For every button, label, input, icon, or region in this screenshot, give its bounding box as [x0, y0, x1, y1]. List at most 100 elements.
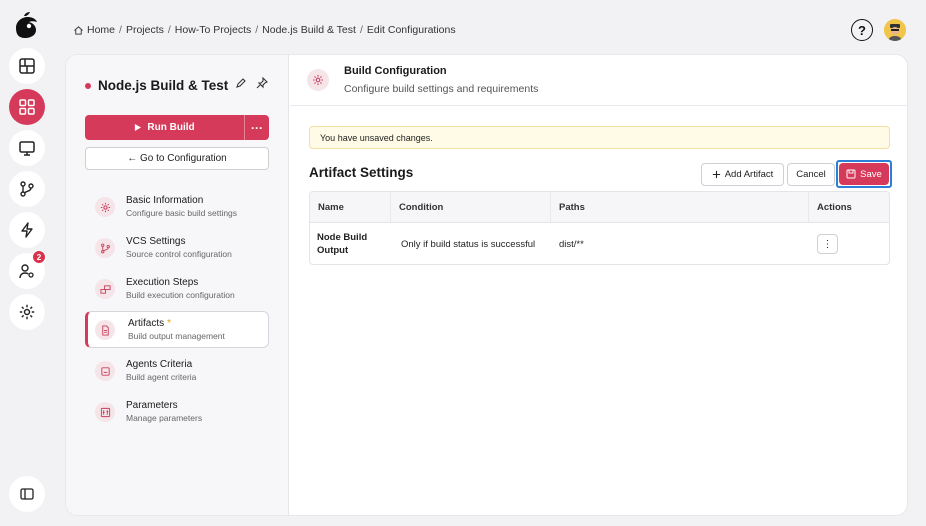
unsaved-changes-banner: You have unsaved changes.	[309, 126, 890, 149]
go-to-configuration-button[interactable]: ← Go to Configuration	[85, 147, 269, 170]
avatar[interactable]	[884, 19, 906, 41]
table-row: Node Build Output Only if build status i…	[310, 223, 889, 264]
run-options-button[interactable]: ···	[245, 115, 269, 140]
gear-icon	[100, 202, 110, 212]
row-actions-button[interactable]: ⋮	[817, 234, 838, 254]
git-branch-icon	[20, 181, 34, 197]
cell-actions: ⋮	[809, 223, 889, 264]
nav-label: VCS Settings	[126, 236, 186, 247]
nav-sublabel: Source control configuration	[126, 249, 232, 259]
play-icon	[135, 124, 142, 131]
nav-basic-information[interactable]: Basic Information Configure basic build …	[85, 188, 269, 225]
page-title: Build Configuration	[344, 65, 447, 77]
breadcrumb-project[interactable]: Node.js Build & Test	[262, 24, 356, 36]
git-branch-icon	[100, 243, 110, 253]
nav-icon-wrap	[95, 197, 115, 217]
monitor-icon	[19, 141, 35, 156]
save-label: Save	[860, 168, 882, 180]
nav-sublabel: Build execution configuration	[126, 290, 235, 300]
file-icon	[101, 324, 109, 336]
header-icon-wrap	[307, 69, 329, 91]
nav-icon-wrap	[95, 361, 115, 381]
header-name: Name	[310, 192, 391, 222]
home-icon	[74, 25, 83, 35]
section-title: Artifact Settings	[309, 165, 414, 180]
nav-label: Agents Criteria	[126, 359, 193, 370]
page-subtitle: Configure build settings and requirement…	[344, 83, 539, 95]
config-nav: Basic Information Configure basic build …	[85, 188, 269, 434]
rail-vcs[interactable]	[9, 171, 45, 207]
rail-lightning[interactable]	[9, 212, 45, 248]
edit-icon[interactable]	[235, 77, 247, 89]
rail-settings[interactable]	[9, 294, 45, 330]
breadcrumb-separator: /	[255, 24, 259, 36]
rail-projects[interactable]	[9, 89, 45, 125]
notification-badge: 2	[32, 250, 46, 264]
nav-icon-wrap	[95, 320, 115, 340]
nav-execution-steps[interactable]: Execution Steps Build execution configur…	[85, 270, 269, 307]
project-title-text: Node.js Build & Test	[98, 78, 229, 93]
nav-sublabel: Build output management	[128, 331, 225, 341]
breadcrumb-home[interactable]: Home	[87, 24, 115, 36]
nav-agents-criteria[interactable]: Agents Criteria Build agent criteria	[85, 352, 269, 389]
add-artifact-label: Add Artifact	[724, 169, 774, 180]
icon-rail: 2	[0, 0, 52, 526]
artifacts-table: Name Condition Paths Actions Node Build …	[309, 191, 890, 265]
app-logo-icon[interactable]	[10, 10, 42, 42]
gear-icon	[313, 75, 323, 85]
nav-label: Basic Information	[126, 195, 204, 206]
nav-sublabel: Configure basic build settings	[126, 208, 238, 218]
nav-vcs-settings[interactable]: VCS Settings Source control configuratio…	[85, 229, 269, 266]
rail-monitor[interactable]	[9, 130, 45, 166]
breadcrumb-separator: /	[167, 24, 171, 36]
header-condition: Condition	[391, 192, 551, 222]
breadcrumb-projects[interactable]: Projects	[126, 24, 164, 36]
plus-icon	[712, 170, 720, 179]
nav-label: Execution Steps	[126, 277, 199, 288]
breadcrumb: Home / Projects / How-To Projects / Node…	[73, 24, 456, 36]
sidebar-collapse-button[interactable]	[9, 476, 45, 512]
add-artifact-button[interactable]: Add Artifact	[701, 163, 784, 186]
title-actions	[235, 77, 268, 89]
projects-grid-icon	[19, 99, 35, 115]
rail-dashboard[interactable]	[9, 48, 45, 84]
run-build-button[interactable]: Run Build	[85, 115, 245, 140]
table-header: Name Condition Paths Actions	[310, 192, 889, 223]
cell-paths: dist/**	[559, 238, 584, 250]
nav-sublabel: Manage parameters	[126, 413, 203, 423]
run-build-label: Run Build	[147, 122, 195, 133]
nav-icon-wrap	[95, 402, 115, 422]
dashboard-icon	[19, 58, 35, 74]
modified-indicator: *	[167, 318, 172, 329]
header-paths: Paths	[551, 192, 809, 222]
breadcrumb-separator: /	[119, 24, 122, 36]
nav-label: Parameters	[126, 400, 178, 411]
save-icon	[846, 169, 856, 179]
pin-icon[interactable]	[256, 77, 268, 89]
project-title: Node.js Build & Test	[85, 78, 228, 93]
config-sidebar: Node.js Build & Test Run Build ··· ← Go …	[66, 55, 289, 515]
breadcrumb-current: Edit Configurations	[366, 24, 456, 36]
nav-label: Artifacts *	[128, 317, 268, 330]
header-actions: Actions	[817, 201, 852, 213]
nav-icon-wrap	[95, 279, 115, 299]
nav-label-text: Artifacts	[128, 318, 165, 329]
user-settings-icon	[19, 264, 34, 279]
nav-sublabel: Build agent criteria	[126, 372, 197, 382]
help-button[interactable]: ?	[851, 19, 873, 41]
nav-artifacts[interactable]: Artifacts * Build output management	[85, 311, 269, 348]
parameters-icon	[100, 407, 110, 417]
lightning-icon	[21, 222, 33, 238]
breadcrumb-separator: /	[359, 24, 363, 36]
rail-users[interactable]: 2	[9, 250, 46, 289]
gear-icon	[19, 304, 35, 320]
content-header: Build Configuration Configure build sett…	[290, 55, 907, 106]
save-button[interactable]: Save	[839, 163, 889, 185]
nav-parameters[interactable]: Parameters Manage parameters	[85, 393, 269, 430]
breadcrumb-howto[interactable]: How-To Projects	[175, 24, 251, 36]
main-card: Node.js Build & Test Run Build ··· ← Go …	[65, 54, 908, 516]
agent-icon	[100, 366, 110, 376]
cancel-button[interactable]: Cancel	[787, 163, 835, 186]
steps-icon	[99, 284, 111, 294]
run-build-button-group: Run Build ···	[85, 115, 269, 140]
